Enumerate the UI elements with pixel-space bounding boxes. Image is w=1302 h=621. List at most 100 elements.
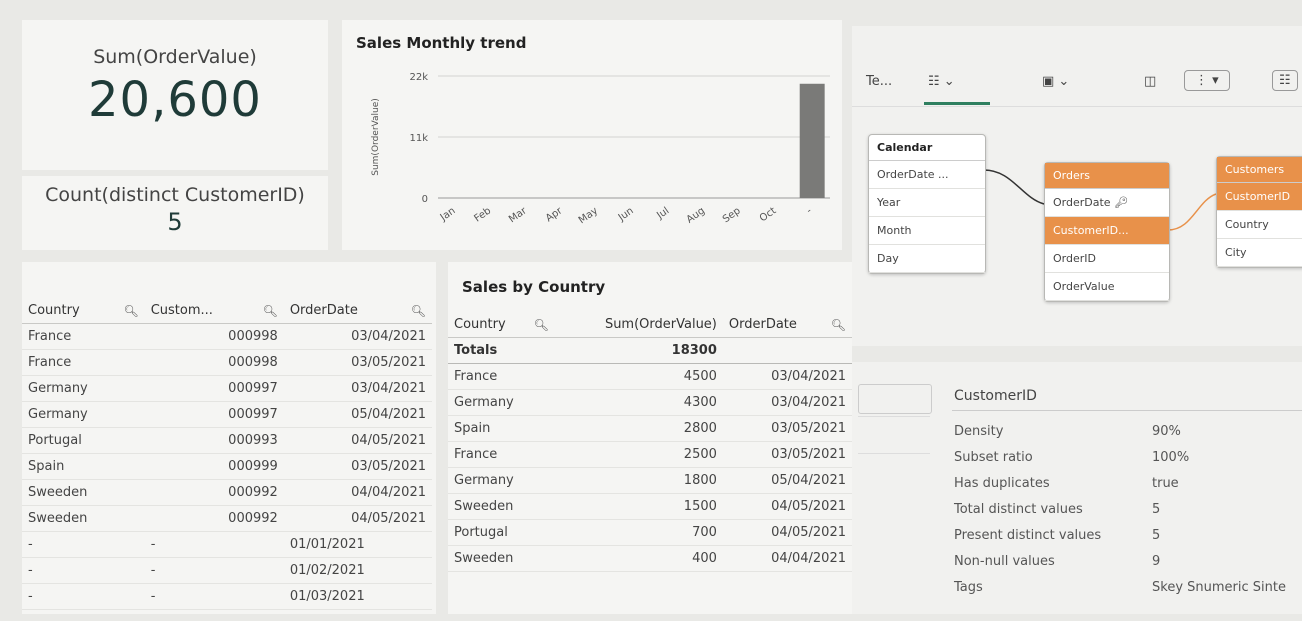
table-row[interactable]: France 2500 03/05/2021 bbox=[448, 441, 852, 468]
detail-value: 100% bbox=[1152, 450, 1190, 465]
table-row[interactable]: - -01/03/2021 bbox=[22, 583, 432, 610]
table-cell: 000992 bbox=[144, 505, 284, 532]
header-label: Custom... bbox=[150, 303, 213, 318]
detail-label: Subset ratio bbox=[954, 450, 1033, 465]
x-tick-label: Oct bbox=[758, 205, 779, 224]
table-cell: Germany bbox=[448, 389, 555, 416]
field-row[interactable]: OrderDate 🔑︎ bbox=[1045, 189, 1169, 217]
table-row[interactable]: Sweeden 000992 04/04/2021 bbox=[22, 479, 432, 506]
x-tick-label: Jul bbox=[654, 205, 671, 222]
table-cell: 1800 bbox=[554, 467, 723, 494]
detail-value: 9 bbox=[1152, 554, 1161, 569]
data-model-viewer[interactable]: Te... ☷ ⌄ ▣ ⌄ ◫ ⋮ ▾ ☷ Calendar OrderDate… bbox=[852, 26, 1302, 346]
x-tick-label: Apr bbox=[544, 205, 565, 224]
search-icon[interactable]: 🔍︎ bbox=[534, 318, 549, 332]
header-label: Country bbox=[28, 303, 80, 318]
field-row[interactable]: Year bbox=[869, 189, 985, 217]
search-icon[interactable]: 🔍︎ bbox=[831, 318, 846, 332]
table-cell: 04/05/2021 bbox=[722, 519, 852, 546]
table-cell: Germany bbox=[22, 375, 145, 402]
x-tick-label: Feb bbox=[472, 205, 493, 224]
calendar-table[interactable]: Calendar OrderDate ... Year Month Day bbox=[868, 134, 986, 274]
field-row[interactable]: City bbox=[1217, 239, 1302, 267]
table-row[interactable]: France 000998 03/04/2021 bbox=[22, 323, 432, 350]
field-row[interactable]: OrderValue bbox=[1045, 273, 1169, 301]
table-cell: 2800 bbox=[554, 415, 723, 442]
search-icon[interactable]: 🔍︎ bbox=[263, 304, 278, 318]
table-cell: 2500 bbox=[554, 441, 723, 468]
sales-monthly-trend-chart[interactable]: Sales Monthly trend 0 11k 22k Sum(OrderValu… bbox=[342, 20, 842, 250]
field-row-selected[interactable]: CustomerID bbox=[1217, 183, 1302, 211]
field-row-selected[interactable]: CustomerID... bbox=[1045, 217, 1169, 245]
table-row[interactable]: Germany 1800 05/04/2021 bbox=[448, 467, 852, 494]
x-tick-label: Jun bbox=[616, 205, 636, 224]
kpi-sum-ordervalue[interactable]: Sum(OrderValue) 20,600 bbox=[22, 20, 328, 170]
table-cell: 03/05/2021 bbox=[283, 453, 432, 480]
table-row[interactable]: France 000998 03/05/2021 bbox=[22, 349, 432, 376]
table-cell: 000998 bbox=[144, 323, 284, 350]
header-label: OrderDate bbox=[728, 317, 797, 332]
table-cell: France bbox=[448, 363, 555, 390]
field-row[interactable]: Day bbox=[869, 245, 985, 273]
detail-value: true bbox=[1152, 476, 1179, 491]
table-row[interactable]: - -01/01/2021 bbox=[22, 531, 432, 558]
table-row[interactable]: France 4500 03/04/2021 bbox=[448, 363, 852, 390]
table-row[interactable]: Portugal 700 04/05/2021 bbox=[448, 519, 852, 546]
kpi-value: 5 bbox=[167, 208, 183, 236]
table-cell: Sweeden bbox=[448, 493, 555, 520]
column-header-sum-ordervalue[interactable]: Sum(OrderValue) bbox=[554, 312, 723, 338]
search-icon[interactable]: 🔍︎ bbox=[411, 304, 426, 318]
column-header-orderdate[interactable]: OrderDate 🔍︎ bbox=[722, 312, 852, 338]
table-cell: 04/04/2021 bbox=[722, 545, 852, 572]
detail-value: Skey Snumeric Sinte bbox=[1152, 580, 1286, 595]
totals-empty bbox=[722, 337, 852, 364]
table-cell: 03/04/2021 bbox=[722, 363, 852, 390]
table-cell: 03/05/2021 bbox=[283, 349, 432, 376]
preview-box bbox=[858, 384, 932, 414]
table-cell: - bbox=[22, 583, 145, 610]
field-row[interactable]: OrderID bbox=[1045, 245, 1169, 273]
detail-label: Has duplicates bbox=[954, 476, 1050, 491]
header-label: Country bbox=[454, 317, 506, 332]
table-row[interactable]: Germany 4300 03/04/2021 bbox=[448, 389, 852, 416]
table-row[interactable]: Spain 000999 03/05/2021 bbox=[22, 453, 432, 480]
orders-table[interactable]: Country 🔍︎ Custom... 🔍︎ OrderDate 🔍︎ France… bbox=[22, 262, 436, 614]
x-tick-label: May bbox=[577, 205, 600, 226]
field-row[interactable]: OrderDate ... bbox=[869, 161, 985, 189]
table-row[interactable]: Portugal 000993 04/05/2021 bbox=[22, 427, 432, 454]
customers-table[interactable]: Customers CustomerID Country City bbox=[1216, 156, 1302, 268]
table-cell: France bbox=[22, 323, 145, 350]
divider bbox=[952, 410, 1302, 411]
table-cell: - bbox=[22, 557, 145, 584]
table-row[interactable]: - -01/02/2021 bbox=[22, 557, 432, 584]
search-icon[interactable]: 🔍︎ bbox=[123, 304, 138, 318]
x-tick-label: Mar bbox=[507, 205, 529, 225]
table-cell: - bbox=[144, 583, 284, 610]
table-cell: 05/04/2021 bbox=[283, 401, 432, 428]
orders-model-table[interactable]: Orders OrderDate 🔑︎ CustomerID... OrderI… bbox=[1044, 162, 1170, 302]
table-row[interactable]: Sweeden 400 04/04/2021 bbox=[448, 545, 852, 572]
table-cell: 04/05/2021 bbox=[283, 505, 432, 532]
column-header-orderdate[interactable]: OrderDate 🔍︎ bbox=[283, 298, 432, 324]
table-row[interactable]: Germany 000997 03/04/2021 bbox=[22, 375, 432, 402]
sales-by-country-table[interactable]: Sales by Country Country 🔍︎ Sum(OrderValu… bbox=[448, 262, 852, 614]
table-cell: 01/01/2021 bbox=[283, 531, 432, 558]
table-row[interactable]: Sweeden 1500 04/05/2021 bbox=[448, 493, 852, 520]
table-cell: 000992 bbox=[144, 479, 284, 506]
field-name: OrderDate bbox=[1053, 196, 1111, 209]
field-row[interactable]: Country bbox=[1217, 211, 1302, 239]
table-cell: 000999 bbox=[144, 453, 284, 480]
table-cell: Sweeden bbox=[448, 545, 555, 572]
column-header-country[interactable]: Country 🔍︎ bbox=[448, 312, 555, 338]
table-cell: France bbox=[22, 349, 145, 376]
header-label: Sum(OrderValue) bbox=[604, 317, 717, 332]
field-details-panel: CustomerID Density 90% Subset ratio 100% Has… bbox=[852, 362, 1302, 614]
column-header-country[interactable]: Country 🔍︎ bbox=[22, 298, 145, 324]
column-header-customer[interactable]: Custom... 🔍︎ bbox=[144, 298, 284, 324]
field-row[interactable]: Month bbox=[869, 217, 985, 245]
table-row[interactable]: Germany 000997 05/04/2021 bbox=[22, 401, 432, 428]
table-row[interactable]: Spain 2800 03/05/2021 bbox=[448, 415, 852, 442]
table-cell: - bbox=[22, 531, 145, 558]
kpi-count-customers[interactable]: Count(distinct CustomerID) 5 bbox=[22, 176, 328, 250]
table-row[interactable]: Sweeden 000992 04/05/2021 bbox=[22, 505, 432, 532]
